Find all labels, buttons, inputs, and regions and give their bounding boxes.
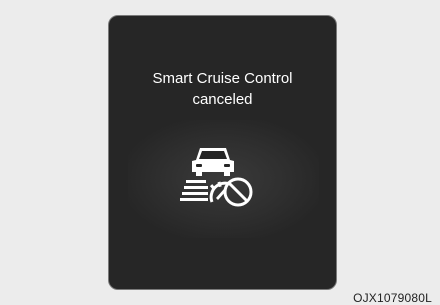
status-message: Smart Cruise Control canceled xyxy=(109,68,336,110)
message-line-1: Smart Cruise Control xyxy=(152,70,293,87)
message-line-2: canceled xyxy=(192,91,253,108)
smart-cruise-control-canceled-icon xyxy=(180,148,253,207)
cluster-display: Smart Cruise Control canceled xyxy=(108,15,337,290)
image-reference-code: OJX1079080L xyxy=(353,291,432,305)
icon-area xyxy=(128,120,319,238)
